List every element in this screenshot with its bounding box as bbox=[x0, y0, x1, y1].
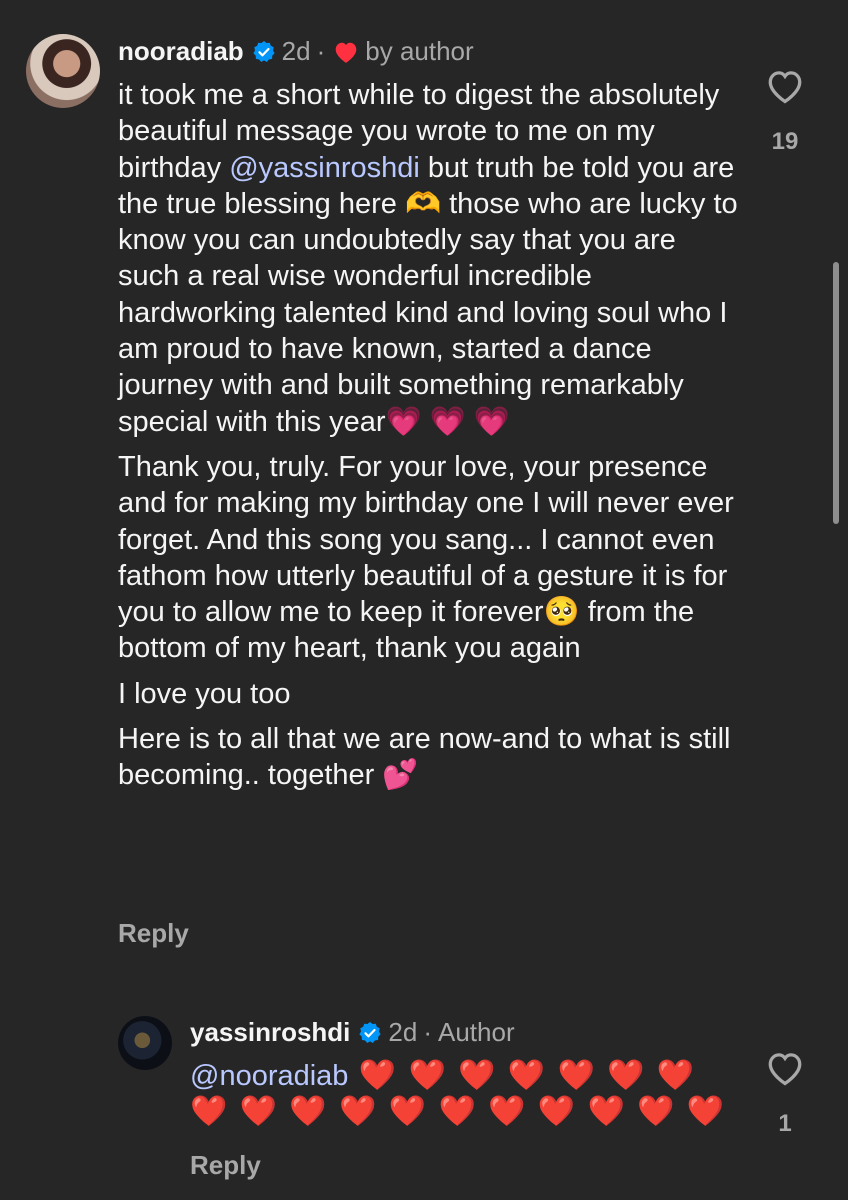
avatar[interactable] bbox=[26, 34, 100, 108]
comment-paragraph: it took me a short while to digest the a… bbox=[118, 77, 738, 440]
like-count: 19 bbox=[771, 128, 799, 155]
verified-badge-icon bbox=[253, 40, 275, 62]
comment-paragraph: Here is to all that we are now-and to wh… bbox=[118, 723, 731, 792]
mention-link[interactable]: @yassinroshdi bbox=[229, 152, 420, 184]
reply-button[interactable]: Reply bbox=[190, 1150, 261, 1181]
scrollbar[interactable] bbox=[833, 262, 839, 524]
like-heart-icon[interactable] bbox=[765, 68, 805, 104]
reply-username[interactable]: yassinroshdi bbox=[190, 1017, 350, 1048]
comment-body: it took me a short while to digest the a… bbox=[118, 77, 738, 794]
comment-paragraph: Thank you, truly. For your love, your pr… bbox=[118, 450, 734, 665]
comment-time: 2d bbox=[281, 36, 311, 66]
liked-by-author-label: by author bbox=[365, 36, 474, 66]
hearts-emoji-line: ❤️ ❤️ ❤️ ❤️ ❤️ ❤️ ❤️ ❤️ ❤️ ❤️ ❤️ bbox=[190, 1095, 727, 1129]
meta-separator: · bbox=[423, 1017, 432, 1047]
comment-text: but truth be told you are the true bless… bbox=[118, 151, 738, 438]
avatar[interactable] bbox=[118, 1016, 172, 1070]
comment-paragraph: I love you too bbox=[118, 677, 291, 710]
comment-username[interactable]: nooradiab bbox=[118, 36, 244, 67]
hearts-emoji-line: ❤️ ❤️ ❤️ ❤️ ❤️ ❤️ ❤️ bbox=[348, 1059, 697, 1092]
reply-button[interactable]: Reply bbox=[118, 918, 189, 949]
verified-badge-icon bbox=[359, 1021, 382, 1043]
reply-body: @nooradiab ❤️ ❤️ ❤️ ❤️ ❤️ ❤️ ❤️ ❤️ ❤️ ❤️… bbox=[190, 1058, 730, 1131]
reply-time: 2d bbox=[388, 1017, 418, 1047]
like-heart-icon[interactable] bbox=[765, 1050, 805, 1086]
author-badge: Author bbox=[438, 1017, 515, 1047]
author-liked-heart-icon bbox=[335, 42, 357, 63]
like-count: 1 bbox=[778, 1110, 792, 1137]
meta-separator: · bbox=[316, 36, 326, 66]
mention-link[interactable]: @nooradiab bbox=[190, 1060, 348, 1092]
reply-header: yassinroshdi 2d · Author bbox=[190, 1017, 515, 1048]
comment-header: nooradiab 2d · by author bbox=[118, 36, 474, 67]
